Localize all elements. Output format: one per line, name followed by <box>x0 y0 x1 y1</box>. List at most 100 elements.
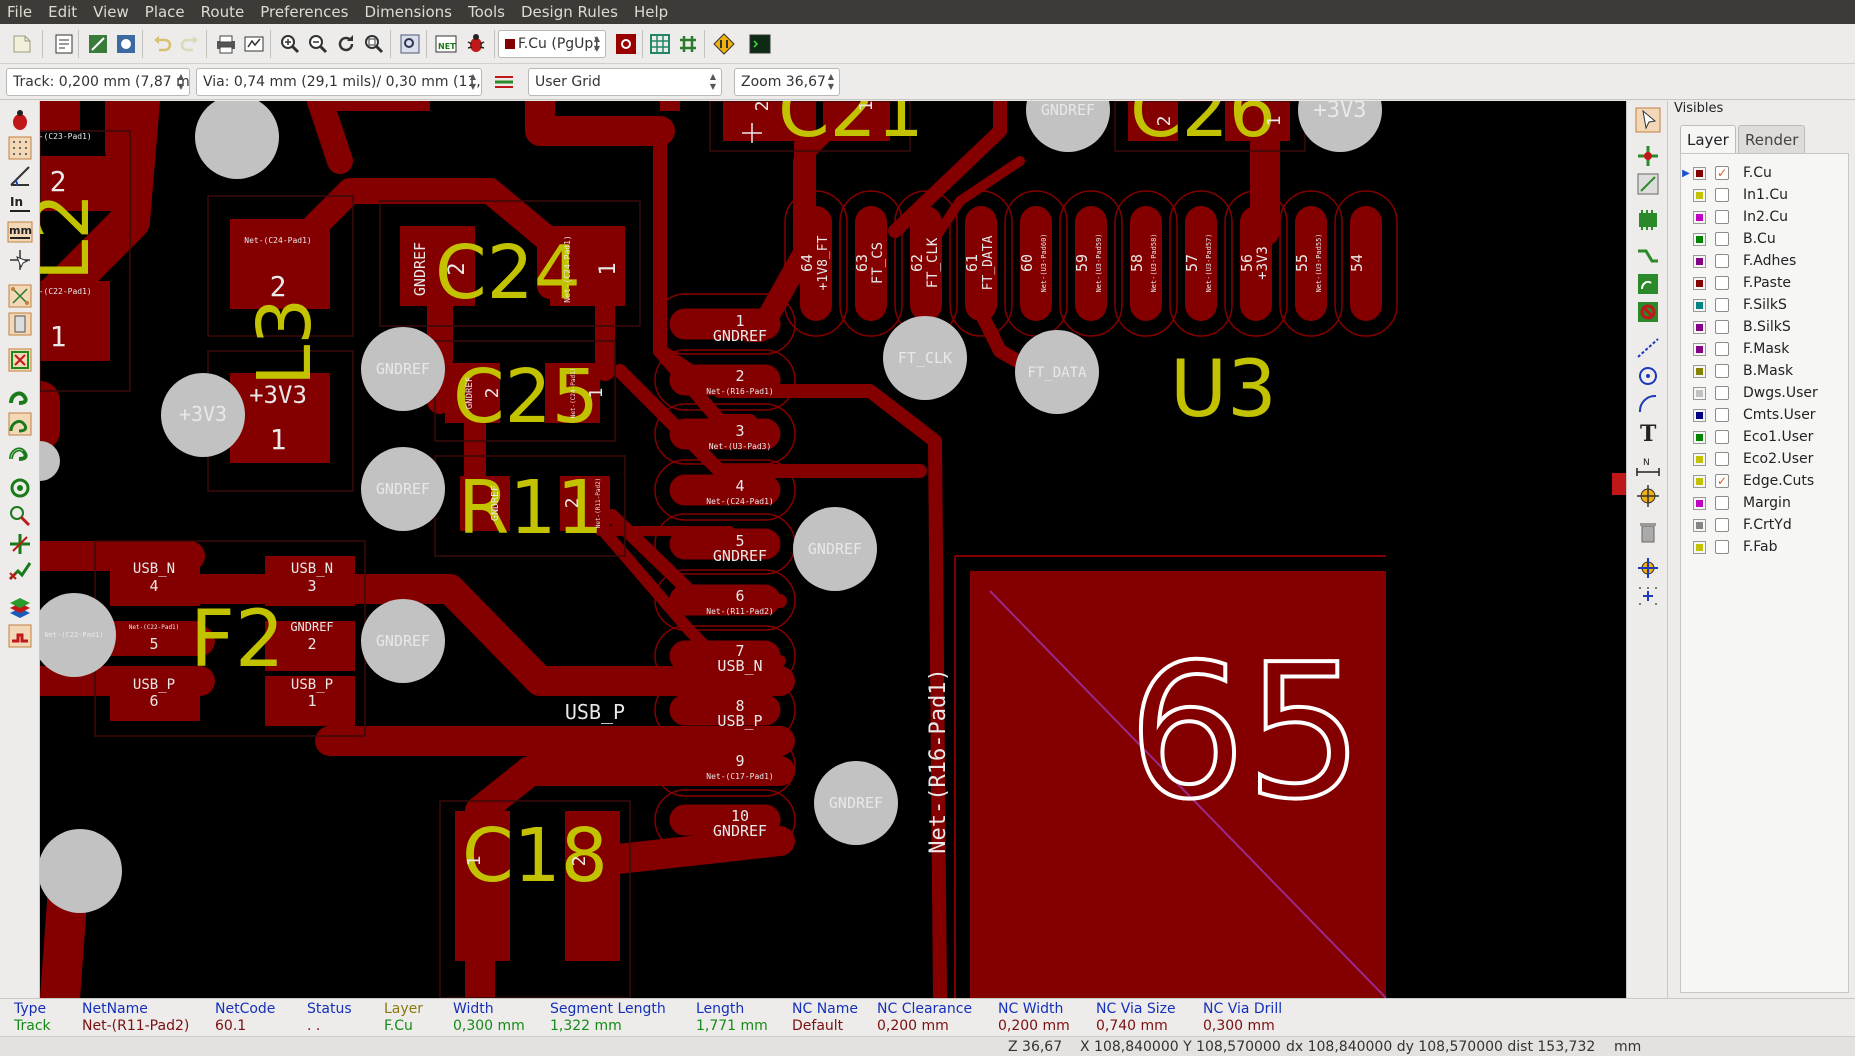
print-icon[interactable] <box>212 30 240 58</box>
autoroute-icon[interactable] <box>710 30 738 58</box>
track-width-select[interactable]: Track: 0,200 mm (7,87 mils) *▲▼ <box>6 68 190 96</box>
plot-icon[interactable] <box>240 30 268 58</box>
menu-view[interactable]: View <box>85 0 137 24</box>
layer-visibility-checkbox[interactable]: ✓ <box>1715 474 1729 488</box>
add-footprint-icon[interactable] <box>1633 205 1663 235</box>
layer-row-ffab[interactable]: F.Fab <box>1681 536 1848 558</box>
layer-visibility-checkbox[interactable] <box>1715 276 1729 290</box>
layer-select[interactable]: F.Cu (PgUp) ▲ ▼ <box>498 30 606 58</box>
menu-tools[interactable]: Tools <box>460 0 513 24</box>
zoom-fit-icon[interactable] <box>360 30 388 58</box>
zoom-out-icon[interactable] <box>304 30 332 58</box>
layer-visibility-checkbox[interactable]: ✓ <box>1715 166 1729 180</box>
add-circle-icon[interactable] <box>1633 361 1663 391</box>
find-icon[interactable] <box>396 30 424 58</box>
new-board-icon[interactable] <box>8 30 36 58</box>
tab-layer[interactable]: Layer <box>1680 125 1736 153</box>
highlight-net-icon[interactable] <box>1633 141 1663 171</box>
zoom-in-icon[interactable] <box>276 30 304 58</box>
layer-visibility-checkbox[interactable] <box>1715 408 1729 422</box>
via-sketch-icon[interactable] <box>5 501 35 531</box>
add-text-icon[interactable]: T <box>1633 417 1663 447</box>
layer-swatch[interactable] <box>1693 452 1706 466</box>
netlist-icon[interactable]: NET <box>432 30 460 58</box>
inch-units-icon[interactable]: In <box>5 189 35 219</box>
pcb-canvas[interactable]: C24 C25 R11 F2 L3 L2 U3 C21 C26 C18 65 1… <box>40 101 1626 998</box>
footprint-viewer-icon[interactable] <box>112 30 140 58</box>
redraw-icon[interactable] <box>332 30 360 58</box>
menu-help[interactable]: Help <box>626 0 676 24</box>
layer-row-bcu[interactable]: B.Cu <box>1681 228 1848 250</box>
layer-row-fcrtyd[interactable]: F.CrtYd <box>1681 514 1848 536</box>
layer-row-dwgs-user[interactable]: Dwgs.User <box>1681 382 1848 404</box>
layer-swatch[interactable] <box>1693 540 1706 554</box>
grid-origin-icon[interactable] <box>1633 581 1663 611</box>
menu-edit[interactable]: Edit <box>40 0 85 24</box>
layer-swatch[interactable] <box>1693 320 1706 334</box>
drc-icon[interactable] <box>462 30 490 58</box>
layer-swatch[interactable] <box>1693 254 1706 268</box>
tab-render[interactable]: Render <box>1738 125 1806 153</box>
layer-visibility-checkbox[interactable] <box>1715 430 1729 444</box>
footprint-editor-icon[interactable] <box>84 30 112 58</box>
add-dimension-icon[interactable]: N <box>1633 453 1663 483</box>
add-zone-icon[interactable] <box>1633 269 1663 299</box>
keepout-area-icon[interactable] <box>1633 297 1663 327</box>
add-target-icon[interactable] <box>1633 481 1663 511</box>
auto-track-width-icon[interactable] <box>490 68 518 96</box>
layer-swatch[interactable] <box>1693 474 1706 488</box>
layer-visibility-checkbox[interactable] <box>1715 320 1729 334</box>
cursor-shape-icon[interactable] <box>5 245 35 275</box>
layer-row-fmask[interactable]: F.Mask <box>1681 338 1848 360</box>
layer-row-eco1-user[interactable]: Eco1.User <box>1681 426 1848 448</box>
module-ratsnest-icon[interactable] <box>5 309 35 339</box>
layers-manager-icon[interactable] <box>5 593 35 623</box>
layer-visibility-checkbox[interactable] <box>1715 298 1729 312</box>
layer-swatch[interactable] <box>1693 342 1706 356</box>
polar-coords-icon[interactable] <box>5 161 35 191</box>
layer-swatch[interactable] <box>1693 276 1706 290</box>
layer-swatch[interactable] <box>1693 364 1706 378</box>
scripting-console-icon[interactable] <box>746 30 774 58</box>
layer-swatch[interactable] <box>1693 188 1706 202</box>
layer-swatch[interactable] <box>1693 298 1706 312</box>
layer-row-margin[interactable]: Margin <box>1681 492 1848 514</box>
layer-visibility-checkbox[interactable] <box>1715 540 1729 554</box>
grid-select[interactable]: User Grid ▲ ▼ <box>528 68 722 96</box>
layer-swatch[interactable] <box>1693 210 1706 224</box>
layer-swatch[interactable] <box>1693 496 1706 510</box>
layer-row-eco2-user[interactable]: Eco2.User <box>1681 448 1848 470</box>
set-origin-icon[interactable] <box>1633 553 1663 583</box>
menu-file[interactable]: File <box>0 0 40 24</box>
undo-icon[interactable] <box>148 30 176 58</box>
layer-row-in1cu[interactable]: In1.Cu <box>1681 184 1848 206</box>
zone-display-filled-icon[interactable] <box>5 381 35 411</box>
page-settings-icon[interactable] <box>50 30 78 58</box>
layer-swatch[interactable] <box>1693 232 1706 246</box>
layer-visibility-checkbox[interactable] <box>1715 518 1729 532</box>
menu-route[interactable]: Route <box>193 0 253 24</box>
route-track-icon[interactable] <box>1633 241 1663 271</box>
layer-visibility-checkbox[interactable] <box>1715 452 1729 466</box>
layer-swatch[interactable] <box>1693 518 1706 532</box>
redo-icon[interactable] <box>176 30 204 58</box>
layer-visibility-checkbox[interactable] <box>1715 496 1729 510</box>
grid-toggle-icon[interactable] <box>5 133 35 163</box>
layer-row-fpaste[interactable]: F.Paste <box>1681 272 1848 294</box>
fill-zones-icon[interactable] <box>646 30 674 58</box>
show-ratsnest-icon[interactable] <box>5 281 35 311</box>
menu-dimensions[interactable]: Dimensions <box>356 0 460 24</box>
layer-row-cmts-user[interactable]: Cmts.User <box>1681 404 1848 426</box>
layer-visibility-checkbox[interactable] <box>1715 254 1729 268</box>
add-line-icon[interactable] <box>1633 333 1663 363</box>
zone-display-outline-icon[interactable] <box>5 409 35 439</box>
layer-row-fsilks[interactable]: F.SilkS <box>1681 294 1848 316</box>
layer-visibility-checkbox[interactable] <box>1715 210 1729 224</box>
layer-row-in2cu[interactable]: In2.Cu <box>1681 206 1848 228</box>
menu-place[interactable]: Place <box>137 0 193 24</box>
track-sketch-icon[interactable] <box>5 529 35 559</box>
menu-design-rules[interactable]: Design Rules <box>513 0 626 24</box>
via-size-select[interactable]: Via: 0,74 mm (29,1 mils)/ 0,30 mm (11,8 … <box>196 68 482 96</box>
layer-row-fadhes[interactable]: F.Adhes <box>1681 250 1848 272</box>
zone-display-outline2-icon[interactable] <box>5 437 35 467</box>
